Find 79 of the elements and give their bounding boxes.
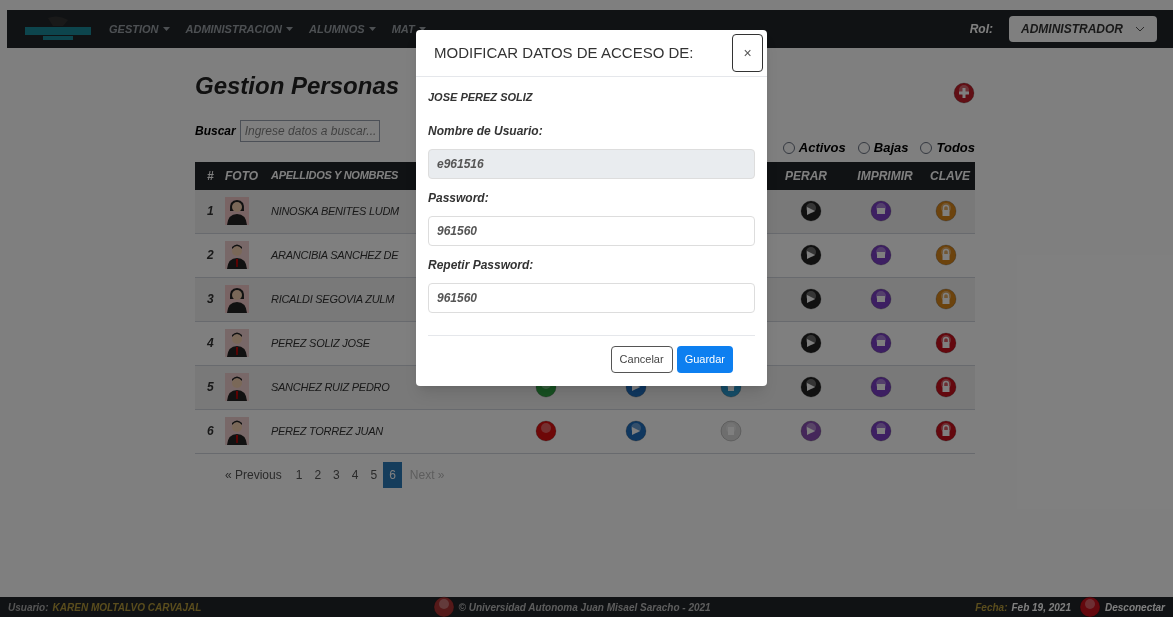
- copyright-text: © Universidad Autonoma Juan Misael Saracho - 2021: [458, 600, 711, 615]
- page-link[interactable]: 1: [289, 461, 309, 488]
- page-link[interactable]: 4: [345, 461, 365, 488]
- save-button[interactable]: Guardar: [676, 345, 733, 373]
- restore-icon[interactable]: [800, 332, 822, 354]
- filter-label: Todos: [936, 139, 975, 157]
- caret-icon: [368, 27, 376, 31]
- person-silhouette-icon: [225, 241, 249, 269]
- row-number: 6: [206, 423, 215, 440]
- person-name: NINOSKA BENITES LUDM: [271, 203, 399, 219]
- print-icon[interactable]: [870, 376, 892, 398]
- nav-menu[interactable]: ADMINISTRACION: [185, 20, 283, 38]
- lock-icon[interactable]: [935, 244, 957, 266]
- modal-title: MODIFICAR DATOS DE ACCESO DE:: [434, 42, 694, 63]
- university-logo-icon[interactable]: [432, 596, 455, 617]
- person-name: SANCHEZ RUIZ PEDRO: [271, 379, 390, 395]
- restore-icon[interactable]: [800, 288, 822, 310]
- user-label: Usuario:: [8, 600, 49, 615]
- chevron-down-icon: [1135, 26, 1145, 32]
- person-name: PEREZ TORREZ JUAN: [271, 423, 383, 439]
- row-number: 5: [206, 379, 215, 396]
- row-number: 2: [206, 247, 215, 264]
- field-label: Password:: [428, 189, 490, 207]
- cancel-button[interactable]: Cancelar: [610, 345, 673, 373]
- person-name: RICALDI SEGOVIA ZULM: [271, 291, 395, 307]
- filter-label: Activos: [798, 139, 846, 157]
- print-icon[interactable]: [870, 420, 892, 442]
- caret-icon: [162, 27, 170, 31]
- page-link[interactable]: 5: [364, 461, 384, 488]
- row-number: 4: [206, 335, 215, 352]
- nav-menu[interactable]: GESTION: [109, 20, 159, 38]
- restore-icon[interactable]: [800, 376, 822, 398]
- date-text: Feb 19, 2021: [1011, 600, 1071, 615]
- page-link[interactable]: 2: [308, 461, 328, 488]
- field-label: Repetir Password:: [428, 256, 535, 274]
- user-name: KAREN MOLTALVO CARVAJAL: [52, 600, 203, 615]
- lock-icon[interactable]: [935, 200, 957, 222]
- logo-icon: [23, 16, 93, 42]
- page-link[interactable]: 6: [383, 461, 402, 488]
- person-silhouette-icon: [225, 285, 249, 313]
- nav-menu[interactable]: ALUMNOS: [309, 20, 365, 38]
- input-field[interactable]: 961560: [428, 282, 755, 313]
- filter-label: Bajas: [873, 139, 909, 157]
- power-icon[interactable]: [1078, 596, 1101, 617]
- field-label: Nombre de Usuario:: [428, 122, 544, 140]
- print-icon[interactable]: [870, 200, 892, 222]
- person-silhouette-icon: [225, 197, 249, 225]
- close-button[interactable]: ×: [732, 34, 763, 72]
- date-label: Fecha:: [975, 600, 1008, 615]
- previous-link[interactable]: « Previous: [217, 461, 290, 488]
- restore-icon[interactable]: [800, 420, 822, 442]
- caret-icon: [286, 27, 294, 31]
- lock-icon[interactable]: [935, 376, 957, 398]
- print-icon[interactable]: [870, 244, 892, 266]
- role-label: Rol:: [969, 21, 993, 38]
- add-icon[interactable]: [953, 82, 975, 104]
- search-label: Buscar: [195, 123, 236, 140]
- search-field[interactable]: Ingrese datos a buscar...: [239, 120, 380, 142]
- print-icon[interactable]: [870, 332, 892, 354]
- person-silhouette-icon: [225, 329, 249, 357]
- person-silhouette-icon: [225, 373, 249, 401]
- row-number: 3: [206, 291, 215, 308]
- print-icon[interactable]: [870, 288, 892, 310]
- lock-icon[interactable]: [935, 288, 957, 310]
- page-link[interactable]: 3: [327, 461, 346, 488]
- page-title: Gestion Personas: [195, 71, 400, 101]
- nav-menu[interactable]: MAT: [391, 20, 415, 38]
- person-name: ARANCIBIA SANCHEZ DE: [271, 247, 399, 263]
- lock-icon[interactable]: [935, 420, 957, 442]
- lock-icon[interactable]: [935, 332, 957, 354]
- restore-icon[interactable]: [800, 244, 822, 266]
- row-number: 1: [206, 203, 215, 220]
- person-name: JOSE PEREZ SOLIZ: [428, 90, 534, 105]
- person-silhouette-icon: [225, 417, 249, 445]
- restore-icon[interactable]: [800, 200, 822, 222]
- person-name: PEREZ SOLIZ JOSE: [271, 335, 370, 351]
- logout-link[interactable]: Desconectar: [1104, 599, 1165, 615]
- input-field[interactable]: 961560: [428, 215, 755, 246]
- role-select[interactable]: ADMINISTRADOR: [1009, 16, 1157, 42]
